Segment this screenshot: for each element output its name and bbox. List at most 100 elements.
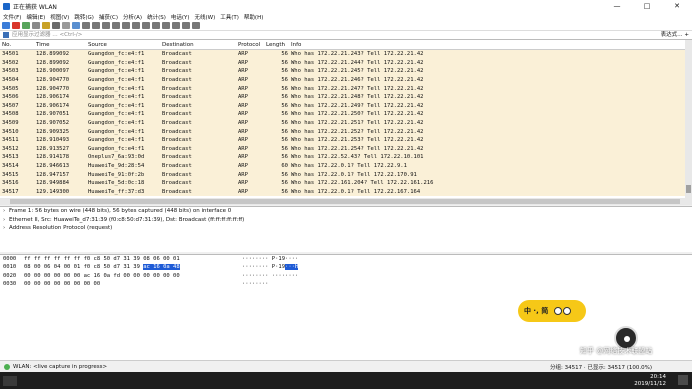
menu-go[interactable]: 跳转(G): [74, 13, 94, 21]
notification-center-icon[interactable]: [678, 375, 688, 385]
col-destination-header[interactable]: Destination: [160, 42, 236, 48]
detail-arp[interactable]: › Address Resolution Protocol (request): [0, 224, 692, 233]
hex-row[interactable]: 0030 00 00 00 00 00 00 00 00 ········: [0, 280, 692, 288]
eye-icon: [554, 307, 563, 315]
packet-row[interactable]: 34509 128.907052 Guangdon_fc:e4:f1 Broadcas…: [0, 118, 692, 128]
cell-source: Guangdon_fc:e4:f1: [88, 94, 145, 101]
col-length-header[interactable]: Length: [264, 42, 288, 48]
save-file-icon[interactable]: [52, 22, 60, 29]
cell-protocol: ARP: [238, 68, 248, 75]
packet-row[interactable]: 34508 128.907051 Guangdon_fc:e4:f1 Broadcas…: [0, 110, 692, 119]
minimize-button[interactable]: —: [602, 0, 632, 12]
menu-telephony[interactable]: 电话(Y): [171, 13, 190, 21]
packet-row[interactable]: 34507 128.906174 Guangdon_fc:e4:f1 Broadcas…: [0, 101, 692, 111]
menu-view[interactable]: 视图(V): [50, 13, 69, 21]
taskbar-clock[interactable]: 20:14 2019/11/12: [634, 374, 666, 387]
hex-row[interactable]: 0020 00 00 00 00 00 00 ac 16 0a fd 00 00…: [0, 272, 692, 280]
cell-info: Who has 172.22.161.204? Tell 172.22.161.…: [291, 180, 434, 187]
reload-icon[interactable]: [72, 22, 80, 29]
menu-tools[interactable]: 工具(T): [220, 13, 239, 21]
first-packet-icon[interactable]: [122, 22, 130, 29]
menu-statistics[interactable]: 统计(S): [147, 13, 166, 21]
hex-row[interactable]: 0010 08 00 06 04 00 01 f0 c8 50 d7 31 39…: [0, 263, 692, 271]
packet-row[interactable]: 34516 128.949884 HuaweiTe_5d:0c:18 Broadcas…: [0, 178, 692, 188]
packet-list-vscrollbar[interactable]: [685, 40, 692, 198]
packet-row[interactable]: 34514 128.946613 HuaweiTe_9d:28:54 Broadcas…: [0, 161, 692, 171]
packet-row[interactable]: 34517 129.149300 HuaweiTe_ff:37:d3 Broadcas…: [0, 187, 692, 197]
cell-length: 56: [281, 59, 288, 66]
maximize-button[interactable]: □: [632, 0, 662, 12]
hex-offset: 0000: [3, 256, 17, 262]
open-file-icon[interactable]: [42, 22, 50, 29]
scroll-thumb[interactable]: [686, 185, 691, 193]
cell-time: 128.904770: [36, 85, 70, 92]
capture-options-icon[interactable]: [32, 22, 40, 29]
packet-row[interactable]: 34512 128.913527 Guangdon_fc:e4:f1 Broadcas…: [0, 144, 692, 154]
start-menu-icon[interactable]: [3, 375, 17, 386]
detail-frame[interactable]: › Frame 1: 56 bytes on wire (448 bits), 5…: [0, 207, 692, 216]
menu-capture[interactable]: 捕获(C): [99, 13, 118, 21]
packet-row[interactable]: 34511 128.910493 Guangdon_fc:e4:f1 Broadcas…: [0, 135, 692, 145]
zoom-in-icon[interactable]: [162, 22, 170, 29]
ime-floating-widget[interactable]: 中 ·, 简: [518, 300, 586, 322]
packet-row[interactable]: 34504 128.904770 Guangdon_fc:e4:f1 Broadcas…: [0, 75, 692, 85]
packet-row[interactable]: 34510 128.909325 Guangdon_fc:e4:f1 Broadcas…: [0, 127, 692, 136]
cell-length: 56: [281, 51, 288, 58]
detail-ethernet[interactable]: › Ethernet II, Src: HuaweiTe_d7:31:39 (f0…: [0, 216, 692, 225]
expression-button[interactable]: 表达式… +: [632, 32, 692, 39]
autoscroll-icon[interactable]: [142, 22, 150, 29]
resize-columns-icon[interactable]: [192, 22, 200, 29]
normal-size-icon[interactable]: [182, 22, 190, 29]
col-time-header[interactable]: Time: [34, 42, 86, 48]
find-packet-icon[interactable]: [82, 22, 90, 29]
menu-analyze[interactable]: 分析(A): [123, 13, 142, 21]
hex-offset: 0010: [3, 264, 17, 271]
hex-row[interactable]: 0000 ff ff ff ff ff ff f0 c8 50 d7 31 39…: [0, 255, 692, 263]
zoom-out-icon[interactable]: [172, 22, 180, 29]
start-capture-icon[interactable]: [2, 22, 10, 29]
go-to-packet-icon[interactable]: [112, 22, 120, 29]
cell-time: 129.149300: [36, 188, 70, 195]
restart-capture-icon[interactable]: [22, 22, 30, 29]
col-protocol-header[interactable]: Protocol: [236, 42, 264, 48]
packet-row[interactable]: 34503 128.900097 Guangdon_fc:e4:f1 Broadcas…: [0, 67, 692, 76]
packet-row[interactable]: 34505 128.904770 Guangdon_fc:e4:f1 Broadcas…: [0, 84, 692, 93]
cell-info: Who has 172.22.21.252? Tell 172.22.21.42: [291, 128, 424, 135]
menu-file[interactable]: 文件(F): [3, 13, 21, 21]
col-info-header[interactable]: Info: [288, 42, 301, 48]
col-source-header[interactable]: Source: [86, 42, 160, 48]
colorize-icon[interactable]: [152, 22, 160, 29]
packet-row[interactable]: 34501 128.899092 Guangdon_fc:e4:f1 Broadcas…: [0, 50, 692, 59]
packet-row[interactable]: 34513 128.914178 Oneplus7_6a:93:0d Broadcas…: [0, 153, 692, 162]
cell-source: Guangdon_fc:e4:f1: [88, 137, 145, 144]
menu-help[interactable]: 帮助(H): [244, 13, 263, 21]
hex-offset: 0030: [3, 280, 17, 287]
close-file-icon[interactable]: [62, 22, 70, 29]
packet-row[interactable]: 34506 128.906174 Guangdon_fc:e4:f1 Broadcas…: [0, 92, 692, 102]
stop-capture-icon[interactable]: [12, 22, 20, 29]
cell-length: 56: [281, 120, 288, 127]
last-packet-icon[interactable]: [132, 22, 140, 29]
add-filter-button[interactable]: +: [684, 32, 689, 38]
packet-list-hscrollbar[interactable]: [0, 198, 692, 205]
hex-ascii: ········ ········: [238, 272, 298, 280]
packet-row[interactable]: 34515 128.947157 HuaweiTe_91:0f:2b Broadcas…: [0, 170, 692, 179]
go-forward-icon[interactable]: [102, 22, 110, 29]
close-button[interactable]: ✕: [662, 0, 692, 12]
cell-length: 56: [281, 180, 288, 187]
cell-time: 128.909325: [36, 128, 70, 135]
packet-row[interactable]: 34502 128.899092 Guangdon_fc:e4:f1 Broadcas…: [0, 58, 692, 68]
scroll-thumb[interactable]: [10, 199, 680, 204]
main-toolbar: [0, 21, 692, 31]
menu-edit[interactable]: 编辑(E): [26, 13, 45, 21]
cell-info: Who has 172.22.21.244? Tell 172.22.21.42: [291, 59, 424, 66]
packet-list: No. Time Source Destination Protocol Len…: [0, 40, 692, 198]
display-filter-input[interactable]: 应用显示过滤器 … <Ctrl-/>: [12, 32, 632, 39]
go-back-icon[interactable]: [92, 22, 100, 29]
col-no-header[interactable]: No.: [0, 42, 34, 48]
hex-ascii-text: ········ P·19: [242, 264, 286, 271]
bookmark-filter-icon[interactable]: [3, 32, 9, 38]
menu-wireless[interactable]: 无线(W): [195, 13, 216, 21]
hex-bytes: 00 00 00 00 00 00 ac 16 0a fd 00 00 00 0…: [18, 272, 238, 280]
cell-source: Guangdon_fc:e4:f1: [88, 77, 145, 84]
